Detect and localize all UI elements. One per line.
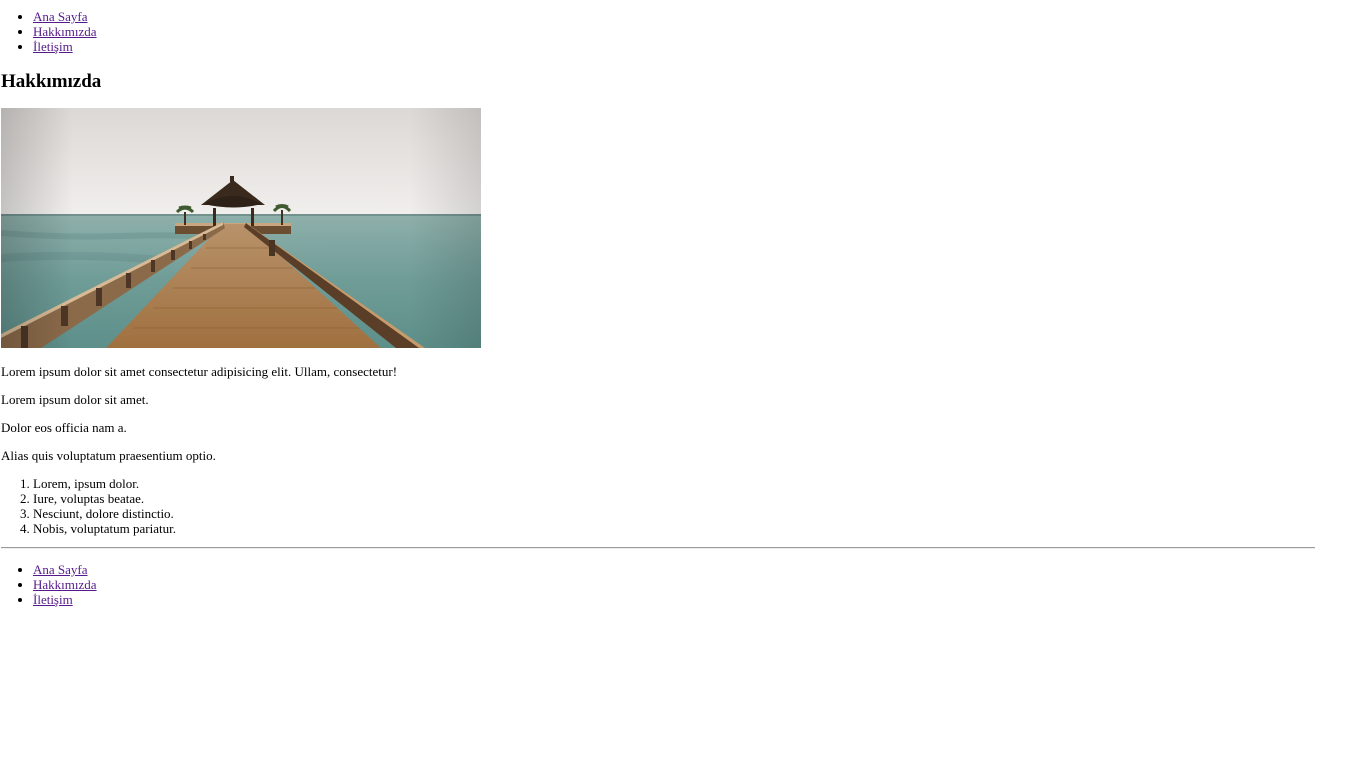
- page-title: Hakkımızda: [1, 71, 102, 92]
- nav-link-contact[interactable]: İletişim: [33, 39, 73, 54]
- footer-nav-item-home: Ana Sayfa: [33, 562, 1315, 577]
- pier-photo: [1, 108, 481, 348]
- list-item: Iure, voluptas beatae.: [33, 491, 1315, 506]
- footer-divider: [1, 547, 1315, 549]
- footer-nav-item-about: Hakkımızda: [33, 577, 1315, 592]
- nav-item-home: Ana Sayfa: [33, 9, 1315, 24]
- ordered-list: Lorem, ipsum dolor. Iure, voluptas beata…: [1, 476, 1315, 536]
- top-nav: Ana Sayfa Hakkımızda İletişim: [1, 9, 1315, 54]
- footer-link-about[interactable]: Hakkımızda: [33, 577, 97, 592]
- list-item: Nobis, voluptatum pariatur.: [33, 521, 1315, 536]
- paragraph-2: Lorem ipsum dolor sit amet.: [1, 392, 149, 407]
- footer-link-contact[interactable]: İletişim: [33, 592, 73, 607]
- footer-nav: Ana Sayfa Hakkımızda İletişim: [1, 562, 1315, 607]
- list-item: Lorem, ipsum dolor.: [33, 476, 1315, 491]
- footer-nav-item-contact: İletişim: [33, 592, 1315, 607]
- list-item: Nesciunt, dolore distinctio.: [33, 506, 1315, 521]
- nav-item-about: Hakkımızda: [33, 24, 1315, 39]
- nav-link-home[interactable]: Ana Sayfa: [33, 9, 88, 24]
- paragraph-1: Lorem ipsum dolor sit amet consectetur a…: [1, 364, 398, 379]
- paragraph-3: Dolor eos officia nam a.: [1, 420, 127, 435]
- paragraph-4: Alias quis voluptatum praesentium optio.: [1, 448, 216, 463]
- page: Ana Sayfa Hakkımızda İletişim Hakkımızda: [1, 0, 1315, 607]
- nav-item-contact: İletişim: [33, 39, 1315, 54]
- footer-link-home[interactable]: Ana Sayfa: [33, 562, 88, 577]
- nav-link-about[interactable]: Hakkımızda: [33, 24, 97, 39]
